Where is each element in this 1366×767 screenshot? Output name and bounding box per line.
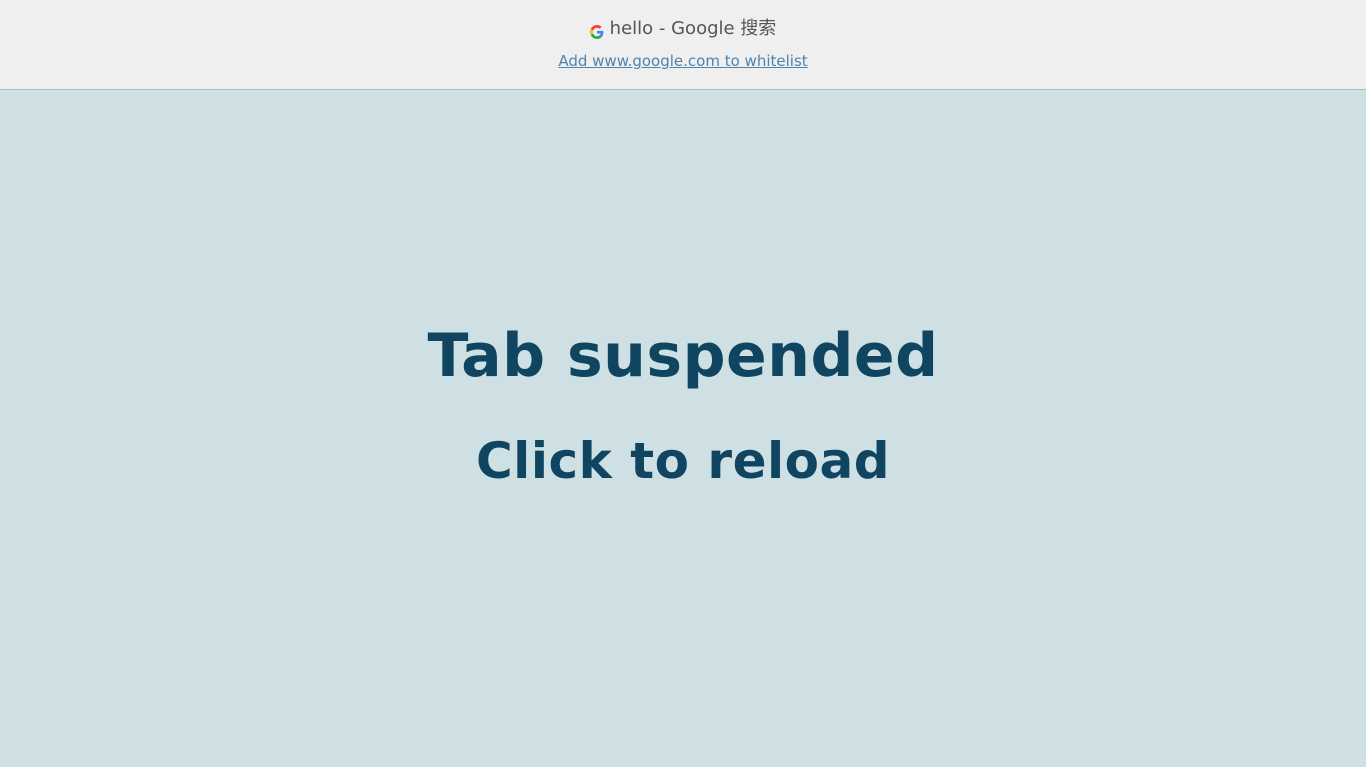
suspended-heading: Tab suspended — [427, 321, 939, 391]
page-title: hello - Google 搜索 — [609, 18, 777, 39]
whitelist-link[interactable]: Add www.google.com to whitelist — [558, 52, 807, 70]
whitelist-row: Add www.google.com to whitelist — [0, 51, 1366, 71]
reload-area[interactable]: Tab suspended Click to reload — [0, 91, 1366, 767]
google-g-icon — [589, 22, 604, 39]
reload-prompt[interactable]: Click to reload — [0, 431, 1366, 491]
page-title-row: hello - Google 搜索 — [0, 17, 1366, 41]
suspended-tab-header: hello - Google 搜索 Add www.google.com to … — [0, 0, 1366, 90]
